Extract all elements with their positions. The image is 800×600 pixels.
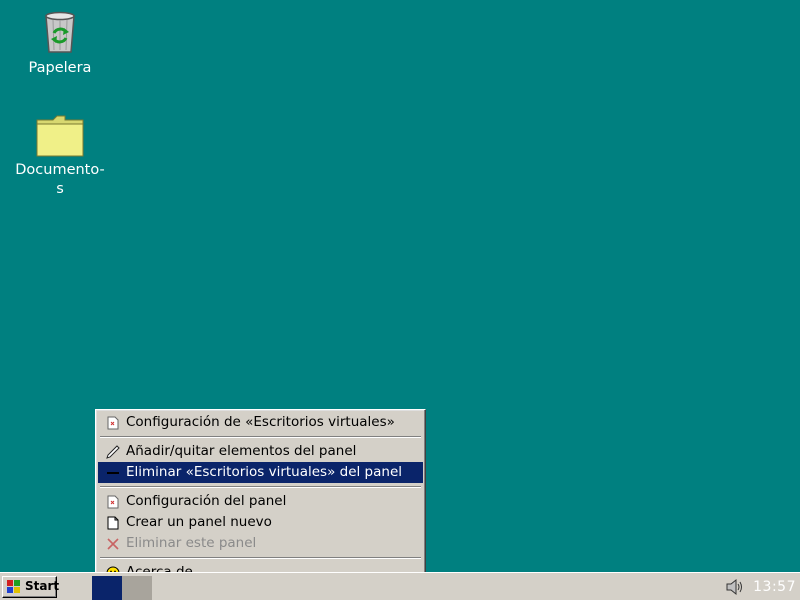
workspace-pager[interactable] xyxy=(92,576,152,600)
desktop-icon-label: Papelera xyxy=(28,60,92,76)
menu-item-label: Eliminar «Escritorios virtuales» del pan… xyxy=(126,464,403,480)
clock[interactable]: 13:57 xyxy=(753,579,796,595)
menu-separator xyxy=(98,554,423,562)
start-label: Start xyxy=(25,579,60,593)
recycle-bin-icon xyxy=(45,11,75,53)
desktop-icon-label: Documento- s xyxy=(15,162,105,197)
menu-item-remove-virtual-desktops[interactable]: Eliminar «Escritorios virtuales» del pan… xyxy=(98,462,423,483)
menu-item-label: Configuración del panel xyxy=(126,493,287,509)
menu-item-label: Configuración de «Escritorios virtuales» xyxy=(126,414,395,430)
start-button[interactable]: Start xyxy=(2,576,60,598)
red-x-icon xyxy=(107,538,119,550)
menu-item-label: Eliminar este panel xyxy=(126,535,257,551)
menu-item-delete-panel[interactable]: Eliminar este panel xyxy=(98,533,423,554)
folder-icon xyxy=(36,115,84,157)
new-document-icon xyxy=(107,516,119,530)
minus-icon xyxy=(107,472,119,474)
menu-separator xyxy=(98,433,423,441)
properties-icon xyxy=(107,416,119,430)
menu-item-new-panel[interactable]: Crear un panel nuevo xyxy=(98,512,423,533)
desktop-icon-documents[interactable]: Documento- s xyxy=(0,114,120,199)
workspace-1[interactable] xyxy=(92,576,122,600)
menu-item-virtual-desktops-settings[interactable]: Configuración de «Escritorios virtuales» xyxy=(98,412,423,433)
menu-item-panel-settings[interactable]: Configuración del panel xyxy=(98,491,423,512)
properties-icon xyxy=(107,495,119,509)
taskbar: Start 13:57 xyxy=(0,572,800,600)
menu-item-add-remove-panel-items[interactable]: Añadir/quitar elementos del panel xyxy=(98,441,423,462)
panel-context-menu: Configuración de «Escritorios virtuales»… xyxy=(95,409,426,587)
system-tray: 13:57 xyxy=(725,576,796,598)
speaker-icon[interactable] xyxy=(725,578,745,596)
start-logo-icon xyxy=(7,580,20,593)
menu-item-label: Crear un panel nuevo xyxy=(126,514,272,530)
menu-separator xyxy=(98,483,423,491)
pencil-icon xyxy=(106,445,120,459)
menu-item-label: Añadir/quitar elementos del panel xyxy=(126,443,357,459)
workspace-2[interactable] xyxy=(122,576,152,600)
desktop-icon-trash[interactable]: Papelera xyxy=(0,8,120,78)
